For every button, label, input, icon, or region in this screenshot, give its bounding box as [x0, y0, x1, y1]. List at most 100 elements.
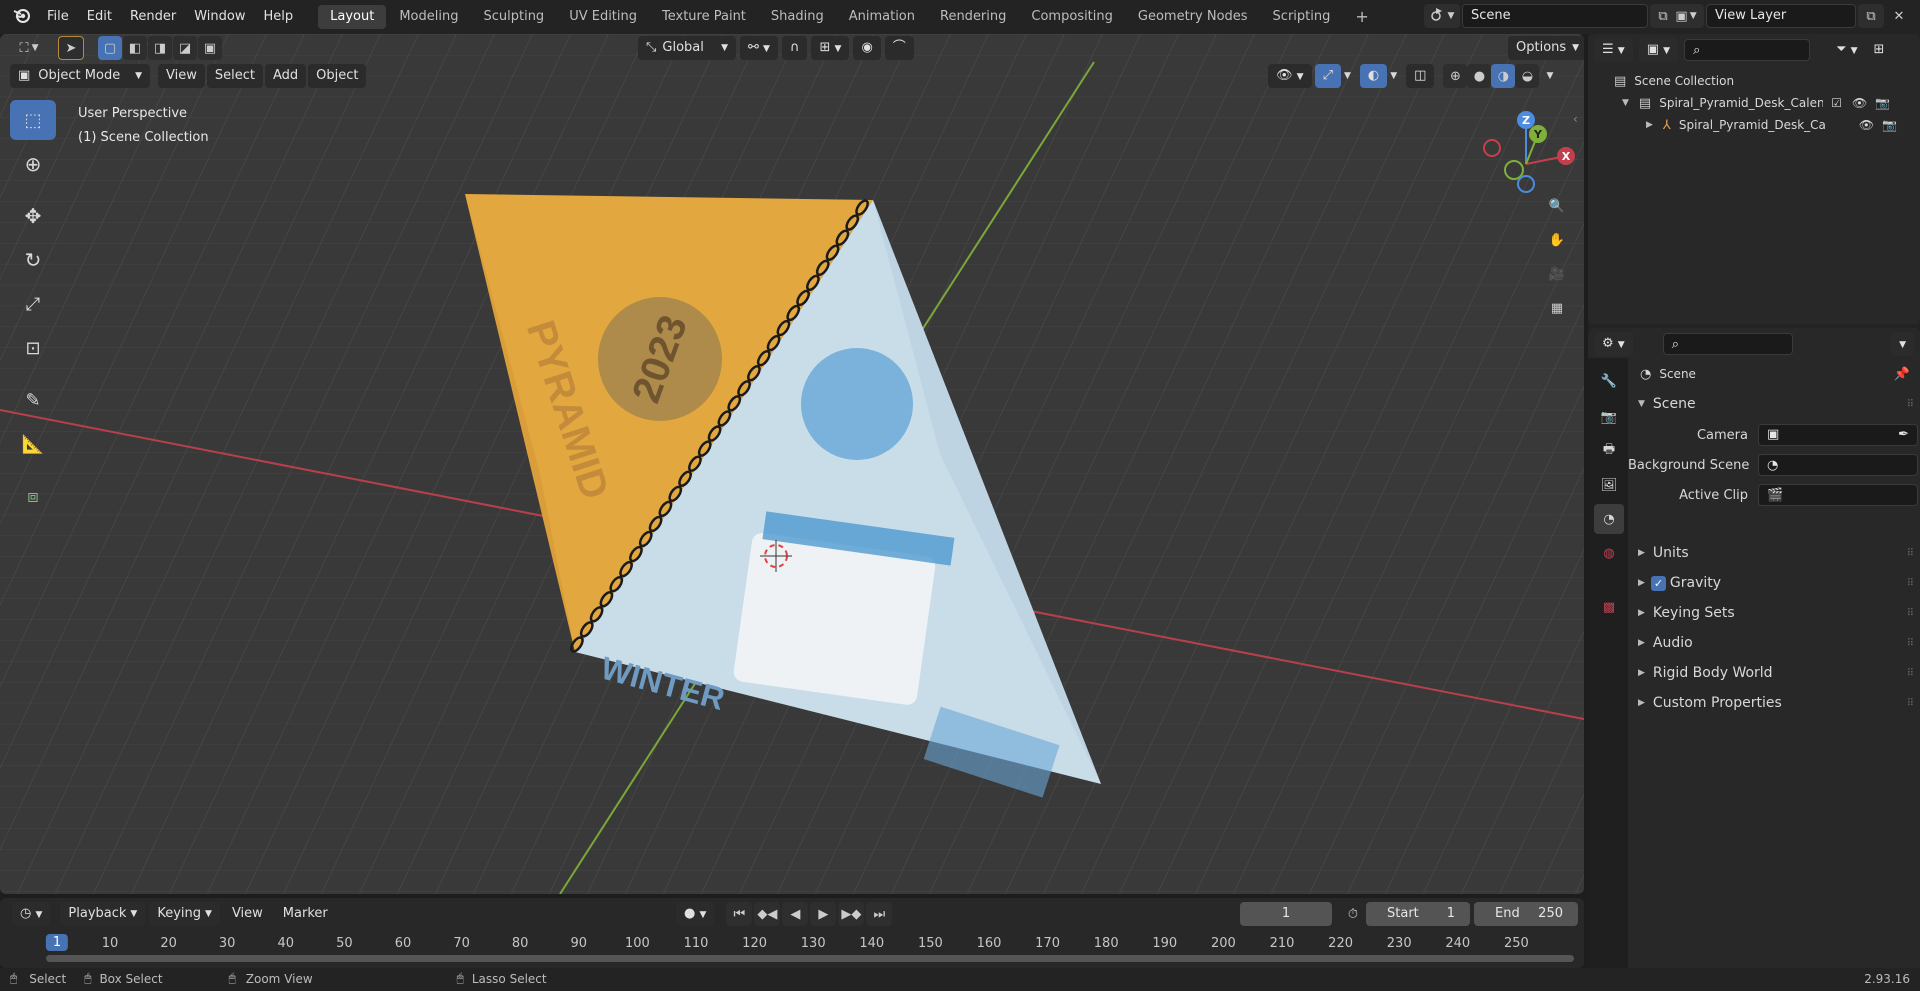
properties-options-button[interactable]: ▼	[1891, 332, 1914, 356]
delete-view-layer-button[interactable]: ✕	[1886, 4, 1912, 28]
tab-view-layer[interactable]: 🖼	[1594, 470, 1624, 500]
tool-cursor[interactable]: ⊕	[10, 144, 56, 184]
select-subtract-button[interactable]: ◨	[148, 36, 172, 60]
menu-view[interactable]: View	[158, 64, 205, 88]
play-reverse-button[interactable]: ◀	[782, 902, 809, 926]
camera-view-button[interactable]: 🎥	[1544, 262, 1570, 286]
drag-handle-icon[interactable]: ⠿	[1907, 548, 1914, 559]
expand-arrow-icon[interactable]: ▼	[1622, 98, 1629, 108]
play-button[interactable]: ▶	[810, 902, 837, 926]
pin-icon[interactable]: 📌	[1894, 367, 1910, 382]
playback-menu[interactable]: Playback ▼	[60, 902, 146, 926]
tab-shading[interactable]: Shading	[759, 5, 836, 29]
add-workspace-button[interactable]: +	[1343, 5, 1380, 29]
outliner[interactable]: ☰ ▼ ▣ ▼ ⌕ ⏷ ▼ ⊞ ▤ Scene Collection ▼ ▤ S…	[1588, 34, 1920, 324]
drag-handle-icon[interactable]: ⠿	[1907, 668, 1914, 679]
menu-select[interactable]: Select	[206, 64, 263, 88]
timeline-scrollbar[interactable]	[46, 955, 1574, 962]
menu-add[interactable]: Add	[264, 64, 307, 88]
chevron-down-icon[interactable]: ▼	[1390, 71, 1397, 81]
end-frame-field[interactable]: End 250	[1474, 902, 1578, 926]
drag-handle-icon[interactable]: ⠿	[1907, 578, 1914, 589]
frame-ruler[interactable]: 1 10 20 30 40 50 60 70 80 90 100 110 120 130 140 150 160…	[0, 930, 1584, 954]
tab-sculpting[interactable]: Sculpting	[471, 5, 556, 29]
scene-panel-header[interactable]: ▼ Scene ⠿	[1628, 392, 1920, 416]
display-mode-dropdown[interactable]: ▣ ▼	[1638, 38, 1679, 62]
object-mode-dropdown[interactable]: ▣ Object Mode ▼	[10, 64, 150, 88]
overlay-toggle[interactable]: ◐	[1359, 64, 1388, 88]
gizmo-toggle[interactable]: ⤢	[1314, 64, 1341, 88]
select-tool-button[interactable]: ➤	[58, 36, 84, 60]
tab-uv-editing[interactable]: UV Editing	[557, 5, 649, 29]
jump-start-button[interactable]: ⏮	[726, 902, 753, 926]
gravity-checkbox[interactable]: ✓	[1650, 575, 1666, 591]
xray-toggle[interactable]: ◫	[1406, 64, 1435, 88]
tab-texture[interactable]: ▩	[1594, 592, 1624, 622]
jump-end-button[interactable]: ⏭	[866, 902, 893, 926]
tool-move[interactable]: ✥	[10, 196, 56, 236]
tool-transform[interactable]: ⊡	[10, 328, 56, 368]
panel-keying-sets[interactable]: ▶ Keying Sets ⠿	[1628, 598, 1920, 628]
current-frame-field[interactable]: 1	[1240, 902, 1332, 926]
panel-audio[interactable]: ▶ Audio ⠿	[1628, 628, 1920, 658]
tab-texture-paint[interactable]: Texture Paint	[650, 5, 758, 29]
prev-keyframe-button[interactable]: ◆◀	[754, 902, 781, 926]
drag-handle-icon[interactable]: ⠿	[1907, 698, 1914, 709]
select-extend-button[interactable]: ◧	[123, 36, 147, 60]
new-view-layer-button[interactable]: ⧉	[1858, 4, 1884, 28]
tool-annotate[interactable]: ✎	[10, 380, 56, 420]
snap-target-dropdown[interactable]: ⊞ ▼	[811, 36, 850, 60]
scene-browse-button[interactable]: ▼	[1424, 4, 1460, 28]
tab-rendering[interactable]: Rendering	[928, 5, 1018, 29]
menu-help[interactable]: Help	[255, 0, 303, 34]
tab-tool[interactable]: 🔧	[1594, 366, 1624, 396]
tool-rotate[interactable]: ↻	[10, 240, 56, 280]
chevron-down-icon[interactable]: ▼	[1344, 71, 1351, 81]
transform-orientation-dropdown[interactable]: ⤡ Global ▼	[638, 36, 736, 60]
new-collection-button[interactable]: ⊞	[1872, 38, 1887, 62]
tab-world[interactable]: ◍	[1594, 538, 1624, 568]
drag-handle-icon[interactable]: ⠿	[1907, 399, 1914, 410]
shading-material-button[interactable]: ◑	[1491, 64, 1516, 88]
properties-editor[interactable]: ⚙ ▼ ⌕ ▼ 🔧 📷 🖶 🖼 ◔ ◍ ▩ ◔ Scene 📌 ▼ Scene …	[1588, 328, 1920, 991]
start-frame-field[interactable]: Start 1	[1366, 902, 1470, 926]
falloff-dropdown[interactable]: ⌒	[884, 36, 914, 60]
tool-measure[interactable]: 📐	[10, 424, 56, 464]
timeline-view-menu[interactable]: View	[224, 902, 271, 926]
blender-logo-icon[interactable]	[12, 5, 32, 29]
tool-add-cube[interactable]: ⧈	[10, 476, 56, 516]
perspective-toggle-button[interactable]: ▦	[1544, 296, 1570, 320]
panel-rigid-body-world[interactable]: ▶ Rigid Body World ⠿	[1628, 658, 1920, 688]
tab-layout[interactable]: Layout	[318, 5, 387, 29]
tab-geometry-nodes[interactable]: Geometry Nodes	[1126, 5, 1260, 29]
tool-scale[interactable]: ⤢	[10, 284, 56, 324]
eye-icon[interactable]: 👁	[1859, 118, 1874, 132]
pivot-point-dropdown[interactable]: ⚯ ▼	[740, 36, 778, 60]
menu-render[interactable]: Render	[121, 0, 185, 34]
outliner-search-input[interactable]: ⌕	[1684, 39, 1811, 61]
current-frame-marker[interactable]: 1	[45, 934, 69, 951]
view-layer-name-field[interactable]: View Layer	[1706, 4, 1856, 28]
outliner-row-object[interactable]: ▶ ⅄ Spiral_Pyramid_Desk_Ca 👁 📷	[1646, 114, 1912, 136]
panel-units[interactable]: ▶ Units ⠿	[1628, 538, 1920, 568]
chevron-down-icon[interactable]: ▼	[1546, 71, 1553, 81]
filter-dropdown[interactable]: ⏷ ▼	[1828, 38, 1865, 62]
timeline-editor[interactable]: ◷ ▼ Playback ▼ Keying ▼ View Marker ● ▼ ⏮ …	[0, 898, 1584, 968]
outliner-editor-type-button[interactable]: ☰ ▼	[1594, 38, 1633, 62]
outliner-row-scene-collection[interactable]: ▤ Scene Collection	[1614, 70, 1734, 92]
auto-keying-toggle[interactable]: ● ▼	[676, 902, 715, 926]
tab-modeling[interactable]: Modeling	[387, 5, 470, 29]
shading-rendered-button[interactable]: ◒	[1515, 64, 1540, 88]
drag-handle-icon[interactable]: ⠿	[1907, 638, 1914, 649]
eye-icon[interactable]: 👁	[1852, 96, 1867, 110]
panel-custom-properties[interactable]: ▶ Custom Properties ⠿	[1628, 688, 1920, 718]
snap-toggle[interactable]: ∩	[781, 36, 808, 60]
pan-button[interactable]: ✋	[1544, 228, 1570, 252]
properties-search-input[interactable]: ⌕	[1662, 333, 1793, 355]
select-new-button[interactable]: ▢	[98, 36, 122, 60]
menu-file[interactable]: File	[38, 0, 78, 34]
properties-editor-type-button[interactable]: ⚙ ▼	[1594, 332, 1633, 356]
menu-edit[interactable]: Edit	[78, 0, 121, 34]
active-clip-field[interactable]: 🎬	[1758, 484, 1918, 506]
tool-select-box[interactable]: ⬚	[10, 100, 56, 140]
